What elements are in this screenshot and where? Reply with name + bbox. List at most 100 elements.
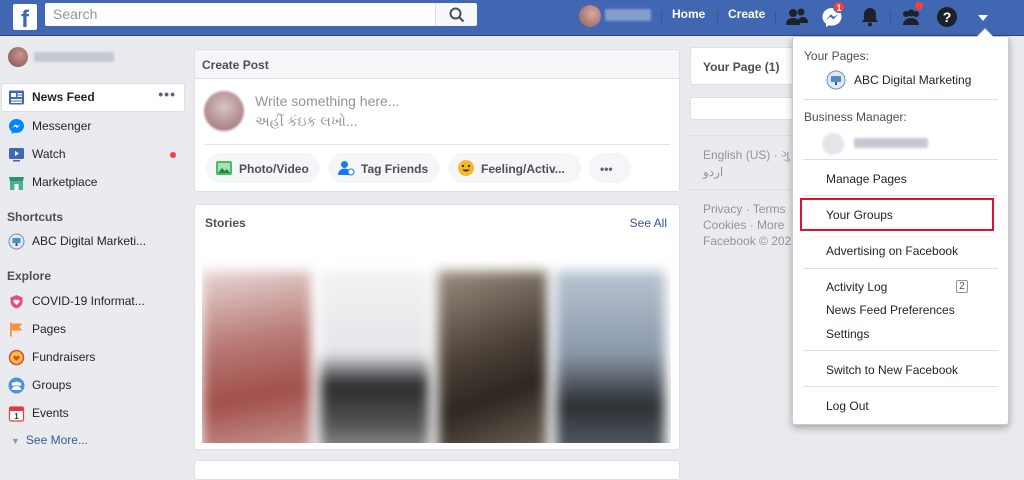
avatar [579,5,601,27]
avatar [204,91,244,131]
see-more-link[interactable]: ▼ See More... [11,433,88,447]
create-post-card: Create Post Write something here... અહીં… [194,49,680,192]
post-composer-input[interactable]: Write something here... [255,93,399,109]
footer-links[interactable]: Cookies · More [703,218,784,232]
create-link[interactable]: Create [728,7,765,21]
stories-strip [202,237,671,443]
feed-post-card [194,460,680,480]
business-account-name-blurred[interactable] [854,138,928,148]
sidebar-item-pages[interactable]: Pages [2,316,184,343]
business-manager-heading: Business Manager: [804,110,907,124]
sidebar-item-abc-digital[interactable]: ABC Digital Marketi... [2,228,184,255]
sidebar-item-messenger[interactable]: Messenger [2,113,184,140]
activity-log-count: 2 [956,280,968,293]
photo-icon [215,159,233,177]
sidebar-item-label: Events [32,406,69,420]
sidebar-item-news-feed[interactable]: News Feed ••• [2,84,184,111]
sidebar-item-fundraisers[interactable]: Fundraisers [2,344,184,371]
story-thumbnail[interactable] [556,271,665,443]
story-thumbnail[interactable] [202,271,311,443]
account-menu-caret-icon[interactable] [970,4,996,30]
messenger-badge: 1 [833,1,845,13]
log-out-link[interactable]: Log Out [826,399,869,413]
activity-log-link[interactable]: Activity Log [826,280,887,294]
news-feed-icon [8,89,25,106]
search-icon [449,7,465,23]
pages-flag-icon [8,321,25,338]
see-all-stories-link[interactable]: See All [630,216,667,230]
language-option[interactable]: اردو [703,165,723,179]
page-avatar-icon [8,233,25,250]
sidebar-item-label: Groups [32,378,72,392]
your-pages-heading: Your Pages: [804,49,869,63]
language-selector[interactable]: English (US) · ગુ [703,148,790,163]
tag-friends-icon [337,159,355,177]
avatar [8,47,28,67]
feeling-activity-button[interactable]: Feeling/Activ... [448,153,581,183]
events-calendar-icon: 1 [8,405,25,422]
sidebar-profile[interactable] [8,47,148,69]
sidebar-item-marketplace[interactable]: Marketplace [2,169,184,196]
groups-icon [8,377,25,394]
dropdown-page-link[interactable]: ABC Digital Marketing [854,73,971,87]
sidebar-item-label: Messenger [32,119,92,133]
explore-heading: Explore [7,269,52,283]
sidebar-item-label: ABC Digital Marketi... [32,234,147,248]
stories-card: Stories See All [194,204,680,450]
profile-shortcut[interactable] [575,5,657,27]
notifications-bell-icon[interactable] [857,4,883,30]
shortcuts-heading: Shortcuts [7,210,64,224]
story-thumbnail[interactable] [438,271,547,443]
more-post-options-button[interactable]: ••• [588,153,631,183]
search-button[interactable] [435,3,477,26]
more-options-icon[interactable]: ••• [158,86,176,102]
avatar [822,133,844,155]
copyright: Facebook © 202 [703,234,792,248]
svg-text:?: ? [943,9,952,25]
watch-icon [8,146,25,163]
sidebar-item-groups[interactable]: Groups [2,372,184,399]
manage-pages-link[interactable]: Manage Pages [826,172,907,186]
create-post-title: Create Post [195,50,679,79]
covid-heart-icon [8,293,25,310]
settings-link[interactable]: Settings [826,327,869,341]
profile-name-blurred [605,9,651,21]
sidebar-item-label: Pages [32,322,67,336]
smiley-icon [457,159,475,177]
post-composer-hint: અહીં કંઇક લખો... [255,113,358,129]
sidebar-item-covid[interactable]: COVID-19 Informat... [2,288,184,315]
business-icon[interactable] [898,2,924,30]
tag-friends-button[interactable]: Tag Friends [328,153,440,183]
messenger-icon [8,118,25,135]
account-dropdown-menu: Your Pages: ABC Digital Marketing Busine… [792,28,1009,425]
your-groups-link[interactable]: Your Groups [826,208,893,222]
sidebar-item-label: News Feed [32,90,95,104]
sidebar-item-events[interactable]: 1 Events [2,400,184,427]
sidebar-item-label: COVID-19 Informat... [32,294,145,308]
home-link[interactable]: Home [672,7,705,21]
sidebar-item-label: Marketplace [32,175,98,189]
business-badge-dot [915,2,923,10]
photo-video-button[interactable]: Photo/Video [206,153,320,183]
friend-requests-icon[interactable] [784,4,810,30]
sidebar-item-label: Watch [32,147,66,161]
chevron-down-icon: ▼ [11,436,20,446]
stories-title: Stories [205,216,246,230]
top-bar: f Search Home Create 1 ? [0,0,1024,36]
facebook-logo[interactable]: f [13,4,37,33]
messenger-icon[interactable]: 1 [819,1,845,30]
footer-links[interactable]: Privacy · Terms [703,202,785,216]
profile-name-blurred [34,52,114,62]
marketplace-icon [8,174,25,191]
watch-notification-dot [170,152,176,158]
sidebar-item-watch[interactable]: Watch [2,141,184,168]
page-avatar-icon [826,70,846,90]
fundraisers-icon [8,349,25,366]
help-icon[interactable]: ? [934,4,960,30]
advertising-link[interactable]: Advertising on Facebook [826,244,958,258]
story-thumbnail[interactable] [320,271,429,443]
switch-to-new-facebook-link[interactable]: Switch to New Facebook [826,363,958,377]
search-input[interactable]: Search [45,3,435,26]
news-feed-preferences-link[interactable]: News Feed Preferences [826,303,955,317]
svg-text:1: 1 [14,412,19,421]
